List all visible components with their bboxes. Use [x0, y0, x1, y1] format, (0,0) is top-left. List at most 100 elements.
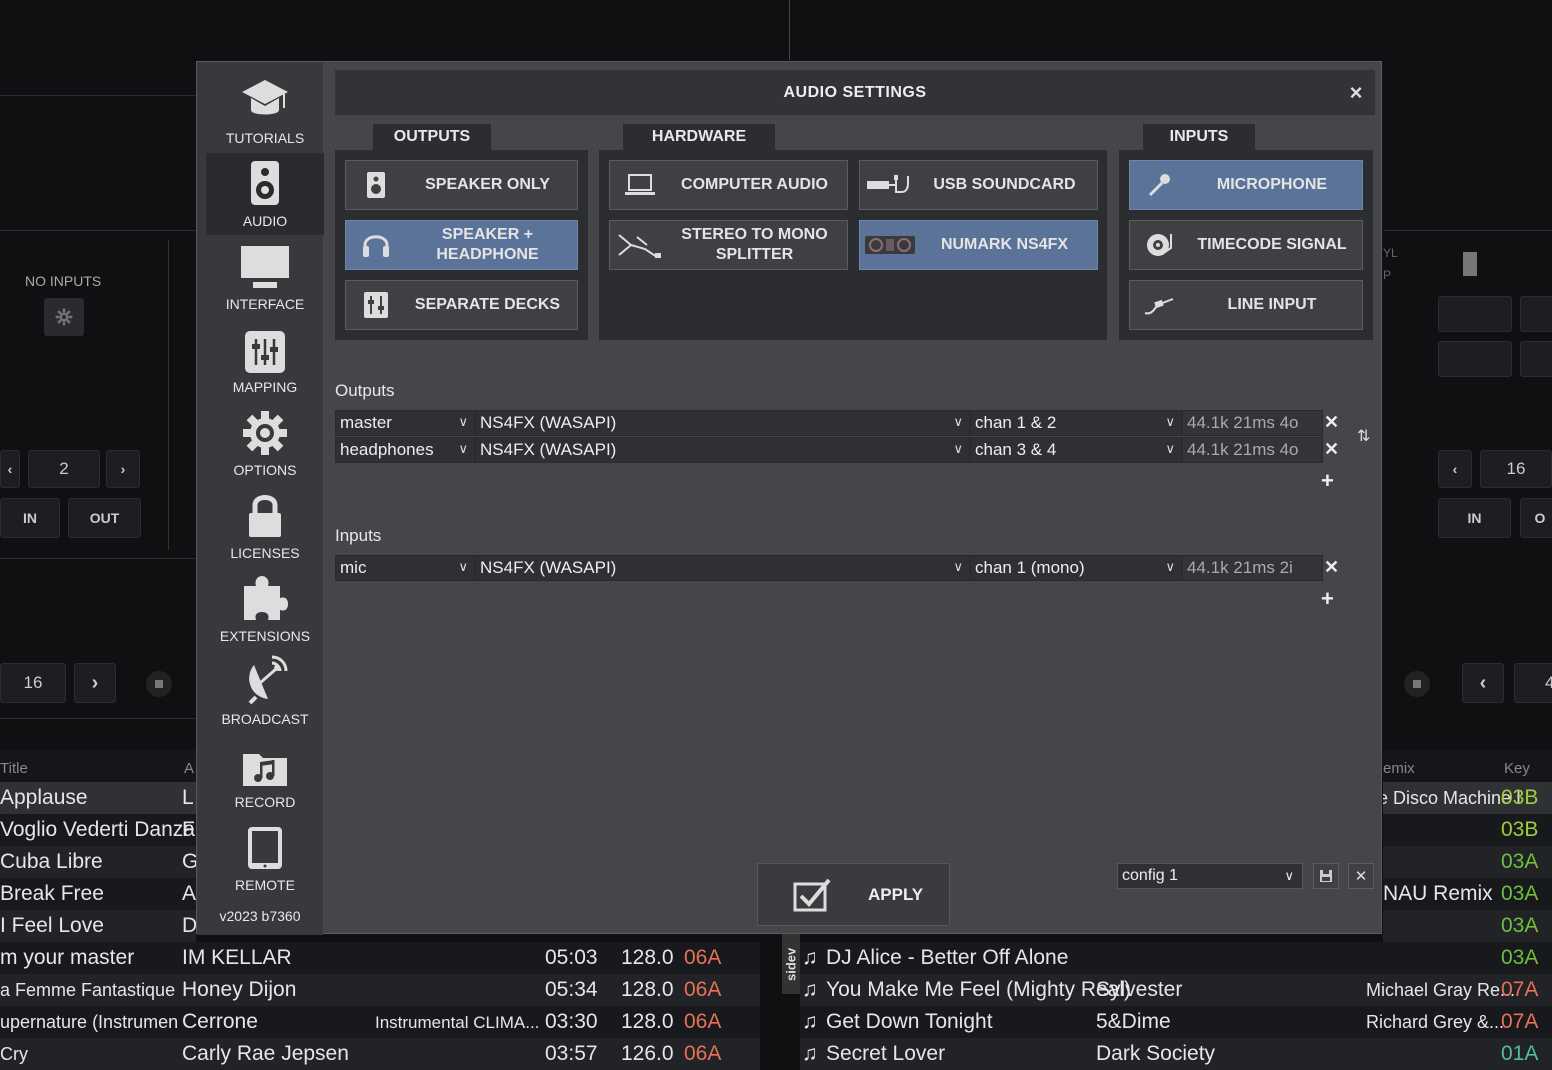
beat-jump-prev-button[interactable]: ‹ — [1462, 663, 1504, 703]
output-role-select[interactable]: headphones ∨ — [335, 437, 475, 463]
output-row: master ∨ NS4FX (WASAPI) ∨ chan 1 & 2 ∨ 44.1… — [335, 410, 1323, 436]
hotcue-pad[interactable] — [1520, 341, 1552, 377]
remove-output-button[interactable]: ✕ — [1324, 439, 1339, 460]
title-column-header[interactable]: Title — [0, 760, 28, 777]
table-row[interactable]: NAU Remix 03A — [1383, 878, 1552, 910]
sidebar-item-label: EXTENSIONS — [219, 628, 311, 644]
table-row[interactable]: 03B — [1383, 814, 1552, 846]
pitch-slider-handle[interactable] — [1463, 252, 1477, 276]
music-note-icon: ♫ — [802, 1010, 818, 1033]
sidebar-item-tutorials[interactable]: TUTORIALS — [206, 70, 324, 152]
loop-out-button[interactable]: O — [1520, 498, 1552, 538]
hotcue-pad[interactable] — [1438, 296, 1512, 332]
sidelist-tab[interactable]: sidev — [782, 934, 800, 994]
usb-soundcard-icon — [867, 175, 909, 193]
turntable-icon — [1147, 234, 1172, 256]
stereo-mono-splitter-button[interactable]: STEREO TO MONO SPLITTER — [609, 220, 848, 270]
deck-settings-button[interactable] — [44, 298, 84, 336]
table-row[interactable]: upernature (Instrumental...Cerrone Instru… — [0, 1006, 760, 1038]
button-label: NUMARK NS4FX — [940, 236, 1069, 253]
table-row[interactable]: Cuba Libre G — [0, 846, 196, 878]
table-row[interactable]: ♫ DJ Alice - Better Off Alone 03A — [800, 942, 1552, 974]
sidebar-item-licenses[interactable]: LICENSES — [206, 485, 324, 567]
table-row[interactable]: e Disco Machine I 03B — [1383, 782, 1552, 814]
sidebar-item-remote[interactable]: REMOTE — [206, 817, 324, 899]
speaker-icon — [367, 172, 385, 198]
output-device-select[interactable]: NS4FX (WASAPI) ∨ — [475, 437, 970, 463]
remix-column-header[interactable]: emix — [1383, 760, 1415, 777]
music-note-icon: ♫ — [802, 978, 818, 1001]
track-key: 03B — [1501, 786, 1539, 809]
loop-in-button[interactable]: IN — [1438, 498, 1511, 538]
save-config-button[interactable] — [1313, 863, 1339, 889]
sidebar-item-record[interactable]: RECORD — [206, 734, 324, 816]
sidebar-item-label: RECORD — [234, 794, 296, 810]
table-row[interactable]: Cry Carly Rae Jepsen 03:57 126.0 06A — [0, 1038, 760, 1070]
separate-decks-button[interactable]: SEPARATE DECKS — [345, 280, 578, 330]
config-select[interactable]: config 1 ∨ — [1117, 863, 1303, 889]
artist-column-header[interactable]: A — [184, 760, 194, 777]
output-role-select[interactable]: master ∨ — [335, 410, 475, 436]
close-button[interactable]: × — [1350, 80, 1363, 106]
loop-out-button[interactable]: OUT — [68, 498, 141, 538]
timecode-signal-button[interactable]: TIMECODE SIGNAL — [1129, 220, 1363, 270]
browser-header: emix Key — [1383, 750, 1552, 782]
usb-soundcard-button[interactable]: USB SOUNDCARD — [859, 160, 1098, 210]
table-row[interactable]: m your master IM KELLAR 05:03 128.0 06A — [0, 942, 760, 974]
speaker-headphone-button[interactable]: SPEAKER + HEADPHONE — [345, 220, 578, 270]
table-row[interactable]: I Feel Love D — [0, 910, 196, 942]
table-row[interactable]: Applause L — [0, 782, 196, 814]
chevron-down-icon: ∨ — [1165, 414, 1175, 429]
key-column-header[interactable]: Key — [1504, 760, 1530, 777]
hotcue-pad[interactable] — [1438, 341, 1512, 377]
input-role-select[interactable]: mic ∨ — [335, 555, 475, 581]
line-input-button[interactable]: LINE INPUT — [1129, 280, 1363, 330]
output-channel-select[interactable]: chan 1 & 2 ∨ — [970, 410, 1182, 436]
track-bpm: 126.0 — [621, 1042, 674, 1065]
delete-config-button[interactable]: ✕ — [1348, 863, 1374, 889]
track-artist: 5&Dime — [1096, 1010, 1171, 1033]
numark-ns4fx-button[interactable]: NUMARK NS4FX — [859, 220, 1098, 270]
splitter-cable-icon — [618, 234, 661, 258]
table-row[interactable]: 03A — [1383, 910, 1552, 942]
stop-button[interactable] — [1404, 671, 1430, 697]
apply-button[interactable]: APPLY — [757, 863, 950, 926]
stop-button[interactable] — [146, 671, 172, 697]
loop-prev-button[interactable]: ‹ — [1438, 450, 1472, 488]
sidebar-item-mapping[interactable]: MAPPING — [206, 319, 324, 401]
output-channel-select[interactable]: chan 3 & 4 ∨ — [970, 437, 1182, 463]
table-row[interactable]: ♫ Get Down Tonight 5&Dime Richard Grey &...… — [800, 1006, 1552, 1038]
output-device-select[interactable]: NS4FX (WASAPI) ∨ — [475, 410, 970, 436]
table-row[interactable]: 03A — [1383, 846, 1552, 878]
sidebar-item-broadcast[interactable]: BROADCAST — [206, 651, 324, 733]
loop-prev-button[interactable]: ‹ — [0, 450, 20, 488]
speaker-only-button[interactable]: SPEAKER ONLY — [345, 160, 578, 210]
add-output-button[interactable]: + — [1321, 468, 1334, 494]
remove-input-button[interactable]: ✕ — [1324, 557, 1339, 578]
microphone-button[interactable]: MICROPHONE — [1129, 160, 1363, 210]
beat-jump-next-button[interactable]: › — [74, 663, 116, 703]
table-row[interactable]: a Femme Fantastique (f...Honey Dijon 05:3… — [0, 974, 760, 1006]
sidebar-item-audio[interactable]: AUDIO — [206, 153, 324, 235]
sidebar-item-label: OPTIONS — [233, 462, 297, 478]
sidebar-item-options[interactable]: OPTIONS — [206, 402, 324, 484]
add-input-button[interactable]: + — [1321, 586, 1334, 612]
input-device-select[interactable]: NS4FX (WASAPI) ∨ — [475, 555, 970, 581]
table-row[interactable]: ♫ You Make Me Feel (Mighty Real) Sylvester… — [800, 974, 1552, 1006]
computer-audio-button[interactable]: COMPUTER AUDIO — [609, 160, 848, 210]
table-row[interactable]: ♫ Secret Lover Dark Society 01A — [800, 1038, 1552, 1070]
swap-outputs-icon[interactable]: ⇅ — [1357, 426, 1370, 446]
sidebar-item-extensions[interactable]: EXTENSIONS — [206, 568, 324, 650]
table-row[interactable]: Break Free A — [0, 878, 196, 910]
input-row: mic ∨ NS4FX (WASAPI) ∨ chan 1 (mono) ∨ 44.1… — [335, 555, 1323, 581]
loop-next-button[interactable]: › — [106, 450, 140, 488]
input-channel-select[interactable]: chan 1 (mono) ∨ — [970, 555, 1182, 581]
hotcue-pad[interactable] — [1520, 296, 1552, 332]
loop-in-button[interactable]: IN — [0, 498, 60, 538]
track-key: 03A — [1501, 914, 1539, 937]
remove-output-button[interactable]: ✕ — [1324, 412, 1339, 433]
table-row[interactable]: Voglio Vederti Danzare F — [0, 814, 196, 846]
select-value: chan 1 (mono) — [975, 558, 1085, 577]
no-inputs-label: NO INPUTS — [25, 273, 102, 289]
sidebar-item-interface[interactable]: INTERFACE — [206, 236, 324, 318]
